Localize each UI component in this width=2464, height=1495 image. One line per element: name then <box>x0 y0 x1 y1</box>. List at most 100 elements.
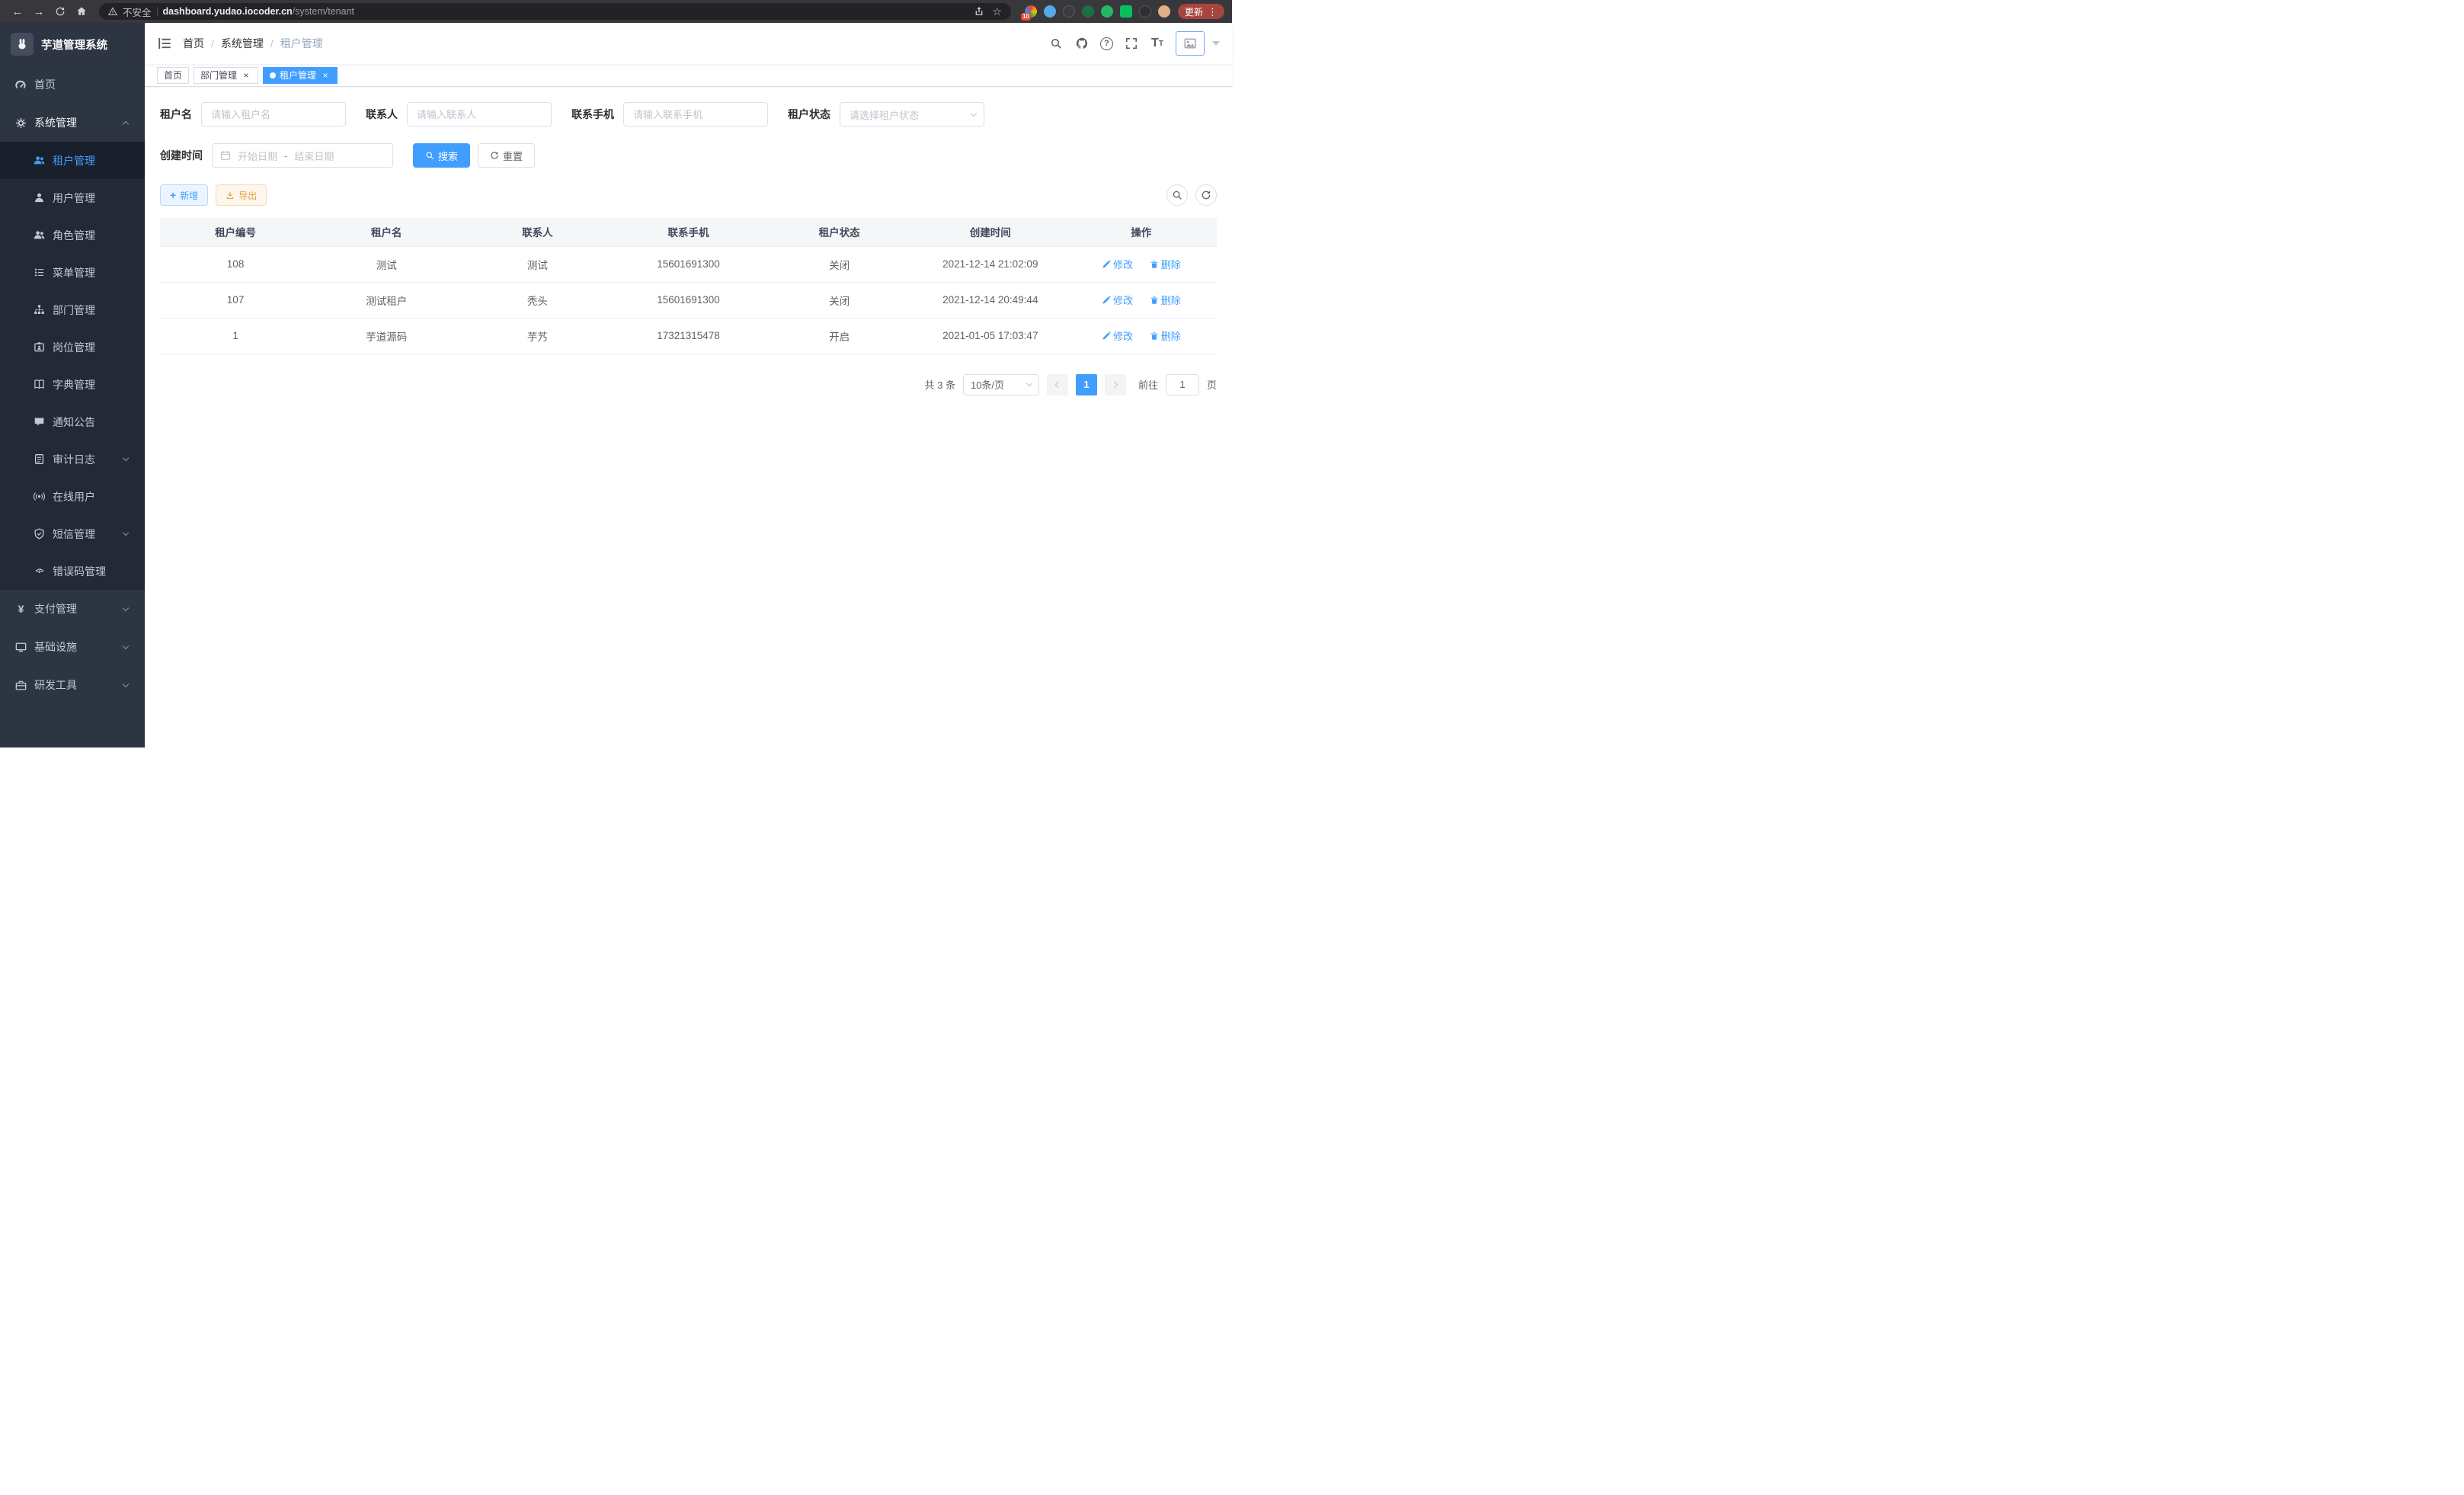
browser-reload-button[interactable] <box>50 2 70 21</box>
fullscreen-icon[interactable] <box>1124 36 1139 51</box>
breadcrumb-system[interactable]: 系统管理 <box>221 36 264 51</box>
font-size-icon[interactable]: TT <box>1150 36 1165 51</box>
tag-dept-management[interactable]: 部门管理 × <box>194 67 258 84</box>
tenant-table: 租户编号 租户名 联系人 联系手机 租户状态 创建时间 操作 108 测试 测试 <box>160 218 1217 354</box>
sidebar-item-user-management[interactable]: 用户管理 <box>0 179 145 216</box>
sidebar-item-dept-management[interactable]: 部门管理 <box>0 291 145 328</box>
phone-input[interactable] <box>623 102 768 126</box>
breadcrumb-current: 租户管理 <box>280 36 323 51</box>
url-bar[interactable]: 不安全 dashboard.yudao.iocoder.cn/system/te… <box>99 3 1011 20</box>
reset-button[interactable]: 重置 <box>478 143 535 168</box>
extension-icon[interactable]: 10 <box>1025 5 1037 18</box>
user-avatar[interactable] <box>1176 31 1205 56</box>
delete-button[interactable]: 删除 <box>1150 257 1181 271</box>
search-button[interactable]: 搜索 <box>413 143 470 168</box>
app-logo[interactable]: 芋道管理系统 <box>0 23 145 66</box>
extension-icon[interactable] <box>1063 5 1075 18</box>
caret-down-icon[interactable] <box>1212 41 1220 46</box>
github-icon[interactable] <box>1074 36 1090 51</box>
extension-icon[interactable] <box>1082 5 1094 18</box>
tag-close-icon[interactable]: × <box>320 70 331 81</box>
page-number-button[interactable]: 1 <box>1076 374 1097 395</box>
table-refresh-button[interactable] <box>1195 184 1217 206</box>
sidebar-item-tenant-management[interactable]: 租户管理 <box>0 142 145 179</box>
sidebar-item-online-users[interactable]: 在线用户 <box>0 478 145 515</box>
end-date-placeholder: 结束日期 <box>294 149 334 163</box>
tenant-name-input[interactable] <box>201 102 346 126</box>
browser-back-button[interactable]: ← <box>8 2 27 21</box>
tag-home[interactable]: 首页 <box>157 67 189 84</box>
refresh-icon <box>490 151 499 160</box>
browser-forward-button[interactable]: → <box>29 2 49 21</box>
sidebar-group-audit-log[interactable]: 审计日志 <box>0 440 145 478</box>
sidebar-group-devtools[interactable]: 研发工具 <box>0 666 145 704</box>
search-icon[interactable] <box>1048 36 1064 51</box>
share-icon[interactable] <box>971 2 987 21</box>
toggle-search-button[interactable] <box>1166 184 1188 206</box>
sidebar-group-payment[interactable]: ¥ 支付管理 <box>0 590 145 628</box>
create-time-range-picker[interactable]: 开始日期 - 结束日期 <box>212 143 393 168</box>
sidebar-item-error-code-management[interactable]: </> 错误码管理 <box>0 552 145 590</box>
dashboard-icon <box>15 79 27 91</box>
sidebar-item-home[interactable]: 首页 <box>0 66 145 104</box>
extension-icon[interactable] <box>1044 5 1056 18</box>
sidebar-group-sms-management[interactable]: 短信管理 <box>0 515 145 552</box>
browser-menu-icon[interactable]: ⋮ <box>1208 7 1218 17</box>
sidebar-item-label: 首页 <box>34 77 56 92</box>
extension-icon[interactable] <box>1139 5 1151 18</box>
page-content: 租户名 联系人 联系手机 租户状态 请选择租户状态 <box>145 87 1232 748</box>
sidebar-group-system-management[interactable]: 系统管理 <box>0 104 145 142</box>
breadcrumb-home[interactable]: 首页 <box>183 36 204 51</box>
add-button[interactable]: + 新增 <box>160 184 208 206</box>
help-icon[interactable]: ? <box>1100 37 1113 50</box>
app-title: 芋道管理系统 <box>41 37 107 53</box>
export-button[interactable]: 导出 <box>216 184 267 206</box>
chevron-right-icon <box>1112 381 1118 387</box>
column-header-name: 租户名 <box>311 218 462 246</box>
sidebar-group-infrastructure[interactable]: 基础设施 <box>0 628 145 666</box>
sidebar-group-label: 系统管理 <box>34 115 77 130</box>
page-size-select[interactable]: 10条/页 <box>963 374 1039 395</box>
tenant-status-select[interactable]: 请选择租户状态 <box>840 102 984 126</box>
profile-avatar-icon[interactable] <box>1158 5 1170 18</box>
extension-icon[interactable] <box>1120 5 1132 18</box>
sidebar-item-post-management[interactable]: 岗位管理 <box>0 328 145 366</box>
tag-tenant-management[interactable]: 租户管理 × <box>263 67 338 84</box>
pagination-total: 共 3 条 <box>925 377 955 392</box>
active-dot <box>270 72 276 78</box>
sidebar-item-menu-management[interactable]: 菜单管理 <box>0 254 145 291</box>
edit-button[interactable]: 修改 <box>1102 257 1133 271</box>
broadcast-icon <box>34 491 45 502</box>
cell-contact: 芋艿 <box>462 318 613 354</box>
extension-icon[interactable] <box>1101 5 1113 18</box>
cell-name: 测试租户 <box>311 282 462 318</box>
sidebar-item-label: 部门管理 <box>53 303 95 318</box>
tag-close-icon[interactable]: × <box>241 70 251 81</box>
edit-button[interactable]: 修改 <box>1102 293 1133 307</box>
trash-icon <box>1150 296 1159 305</box>
tenants-icon <box>34 155 45 166</box>
prev-page-button[interactable] <box>1047 374 1068 395</box>
select-placeholder: 请选择租户状态 <box>850 107 919 122</box>
cell-contact: 秃头 <box>462 282 613 318</box>
sidebar-item-label: 在线用户 <box>53 489 95 504</box>
sidebar-item-label: 用户管理 <box>53 190 95 206</box>
page-unit-label: 页 <box>1207 377 1217 392</box>
edit-button[interactable]: 修改 <box>1102 328 1133 343</box>
browser-update-button[interactable]: 更新 ⋮ <box>1178 4 1224 19</box>
contact-input[interactable] <box>407 102 552 126</box>
bookmark-star-icon[interactable]: ☆ <box>992 5 1002 18</box>
table-row: 1 芋道源码 芋艿 17321315478 开启 2021-01-05 17:0… <box>160 318 1217 354</box>
search-icon <box>425 151 434 160</box>
browser-home-button[interactable] <box>72 2 91 21</box>
sidebar-item-label: 通知公告 <box>53 415 95 430</box>
goto-page-input[interactable] <box>1166 374 1199 395</box>
url-path: /system/tenant <box>293 6 354 17</box>
sidebar-item-notice[interactable]: 通知公告 <box>0 403 145 440</box>
next-page-button[interactable] <box>1105 374 1126 395</box>
sidebar-item-dict-management[interactable]: 字典管理 <box>0 366 145 403</box>
delete-button[interactable]: 删除 <box>1150 328 1181 343</box>
sidebar-item-role-management[interactable]: 角色管理 <box>0 216 145 254</box>
delete-button[interactable]: 删除 <box>1150 293 1181 307</box>
sidebar-collapse-icon[interactable] <box>157 36 172 51</box>
